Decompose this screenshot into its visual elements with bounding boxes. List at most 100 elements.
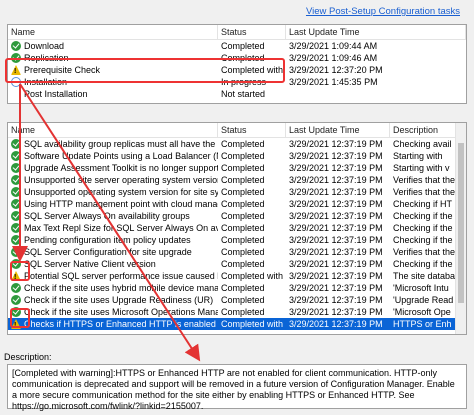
row-name-cell: SQL availability group replicas must all… xyxy=(8,138,218,150)
table-row[interactable]: Installation In progress 3/29/2021 1:45:35… xyxy=(8,76,466,88)
row-name-cell: SQL Server Always On availability groups xyxy=(8,210,218,222)
row-status: Not started xyxy=(221,89,266,99)
row-name: Using HTTP management point with cloud m… xyxy=(24,199,218,209)
row-name-cell: Download xyxy=(8,40,218,52)
row-name: Installation xyxy=(24,77,68,87)
row-name: Max Text Repl Size for SQL Server Always… xyxy=(24,223,218,233)
row-last-update-time: 3/29/2021 1:09:44 AM xyxy=(289,41,378,51)
row-last-update-time: 3/29/2021 12:37:19 PM xyxy=(289,295,383,305)
table-row[interactable]: SQL availability group replicas must all… xyxy=(8,138,457,150)
scrollbar-thumb[interactable] xyxy=(458,143,464,303)
prerequisite-checks-list[interactable]: Name Status Last Update Time Description… xyxy=(7,122,467,335)
table-row[interactable]: Prerequisite Check Completed with ...3/29… xyxy=(8,64,466,76)
success-icon xyxy=(11,175,21,185)
row-status: Completed xyxy=(221,307,265,317)
table-row[interactable]: Check if the site uses Upgrade Readiness… xyxy=(8,294,457,306)
row-status: Completed xyxy=(221,163,265,173)
success-icon xyxy=(11,295,21,305)
vertical-scrollbar[interactable] xyxy=(455,123,466,334)
row-name-cell: Check if the site uses Upgrade Readiness… xyxy=(8,294,218,306)
row-name: Check if the site uses Upgrade Readiness… xyxy=(24,295,214,305)
row-status: Completed xyxy=(221,223,265,233)
success-icon xyxy=(11,223,21,233)
row-status: Completed xyxy=(221,175,265,185)
row-name-cell: Checks if HTTPS or Enhanced HTTP is enab… xyxy=(8,318,218,330)
row-name-cell: Unsupported operating system version for… xyxy=(8,186,218,198)
row-status: Completed xyxy=(221,139,265,149)
row-status: Completed with ... xyxy=(221,65,286,75)
column-header-status[interactable]: Status xyxy=(218,25,286,39)
table-row[interactable]: Using HTTP management point with cloud m… xyxy=(8,198,457,210)
view-post-setup-tasks-link[interactable]: View Post-Setup Configuration tasks xyxy=(306,6,460,17)
row-description: HTTPS or Enh xyxy=(393,319,452,329)
row-name-cell: SQL Server Configuration for site upgrad… xyxy=(8,246,218,258)
row-description: Checking if the xyxy=(393,259,453,269)
warning-icon xyxy=(11,65,21,76)
row-name-cell: Unsupported site server operating system… xyxy=(8,174,218,186)
row-description: Verifies that the xyxy=(393,175,456,185)
row-description: Checking if the xyxy=(393,223,453,233)
table-row[interactable]: Check if the site uses hybrid mobile dev… xyxy=(8,282,457,294)
table-row[interactable]: Software Update Points using a Load Bala… xyxy=(8,150,457,162)
success-icon xyxy=(11,235,21,245)
row-name: Potential SQL server performance issue c… xyxy=(24,271,218,281)
row-last-update-time: 3/29/2021 12:37:19 PM xyxy=(289,187,383,197)
row-status: Completed xyxy=(221,151,265,161)
column-header-last-update-time[interactable]: Last Update Time xyxy=(286,123,390,137)
table-row[interactable]: SQL Server Always On availability groups… xyxy=(8,210,457,222)
column-header-name[interactable]: Name xyxy=(8,25,218,39)
row-name: Software Update Points using a Load Bala… xyxy=(24,151,218,161)
table-row[interactable]: Pending configuration item policy update… xyxy=(8,234,457,246)
table-row[interactable]: Post Installation Not started xyxy=(8,88,466,100)
row-name-cell: Max Text Repl Size for SQL Server Always… xyxy=(8,222,218,234)
row-description: 'Upgrade Read xyxy=(393,295,454,305)
row-status: Completed with ... xyxy=(221,319,286,329)
update-stages-header: Name Status Last Update Time xyxy=(8,25,466,40)
success-icon xyxy=(11,211,21,221)
row-name: Check if the site uses hybrid mobile dev… xyxy=(24,283,218,293)
row-name: Download xyxy=(24,41,65,51)
success-icon xyxy=(11,307,21,317)
table-row[interactable]: Potential SQL server performance issue c… xyxy=(8,270,457,282)
prerequisite-checks-header: Name Status Last Update Time Description xyxy=(8,123,466,138)
row-name: Unsupported site server operating system… xyxy=(24,175,218,185)
column-header-status[interactable]: Status xyxy=(218,123,286,137)
success-icon xyxy=(11,283,21,293)
row-name: SQL Server Configuration for site upgrad… xyxy=(24,247,192,257)
table-row[interactable]: SQL Server Native Client version Complete… xyxy=(8,258,457,270)
row-name: Check if the site uses Microsoft Operati… xyxy=(24,307,218,317)
table-row[interactable]: Max Text Repl Size for SQL Server Always… xyxy=(8,222,457,234)
row-name-cell: Pending configuration item policy update… xyxy=(8,234,218,246)
table-row[interactable]: Download Completed 3/29/2021 1:09:44 AM xyxy=(8,40,466,52)
row-status: Completed xyxy=(221,259,265,269)
row-status: Completed xyxy=(221,41,265,51)
row-last-update-time: 3/29/2021 12:37:19 PM xyxy=(289,211,383,221)
row-name: Replication xyxy=(24,53,69,63)
row-status: Completed xyxy=(221,235,265,245)
column-header-last-update-time[interactable]: Last Update Time xyxy=(286,25,466,39)
update-stages-list[interactable]: Name Status Last Update Time Download Com… xyxy=(7,24,467,104)
row-name-cell: Check if the site uses Microsoft Operati… xyxy=(8,306,218,318)
table-row[interactable]: Checks if HTTPS or Enhanced HTTP is enab… xyxy=(8,318,457,330)
row-last-update-time: 3/29/2021 12:37:19 PM xyxy=(289,307,383,317)
table-row[interactable]: SQL Server Configuration for site upgrad… xyxy=(8,246,457,258)
row-status: In progress xyxy=(221,77,267,87)
row-last-update-time xyxy=(286,88,466,100)
row-name-cell: Prerequisite Check xyxy=(8,64,218,76)
row-description: Checking if HT xyxy=(393,199,453,209)
table-row[interactable]: Unsupported site server operating system… xyxy=(8,174,457,186)
row-last-update-time: 3/29/2021 12:37:19 PM xyxy=(289,271,383,281)
row-name: Pending configuration item policy update… xyxy=(24,235,191,245)
success-icon xyxy=(11,41,21,51)
row-description: 'Microsoft Ope xyxy=(393,307,451,317)
row-status: Completed xyxy=(221,283,265,293)
table-row[interactable]: Check if the site uses Microsoft Operati… xyxy=(8,306,457,318)
success-icon xyxy=(11,187,21,197)
success-icon xyxy=(11,53,21,63)
column-header-name[interactable]: Name xyxy=(8,123,218,137)
row-name-cell: SQL Server Native Client version xyxy=(8,258,218,270)
table-row[interactable]: Replication Completed 3/29/2021 1:09:46 AM xyxy=(8,52,466,64)
table-row[interactable]: Upgrade Assessment Toolkit is no longer … xyxy=(8,162,457,174)
row-status: Completed xyxy=(221,295,265,305)
table-row[interactable]: Unsupported operating system version for… xyxy=(8,186,457,198)
